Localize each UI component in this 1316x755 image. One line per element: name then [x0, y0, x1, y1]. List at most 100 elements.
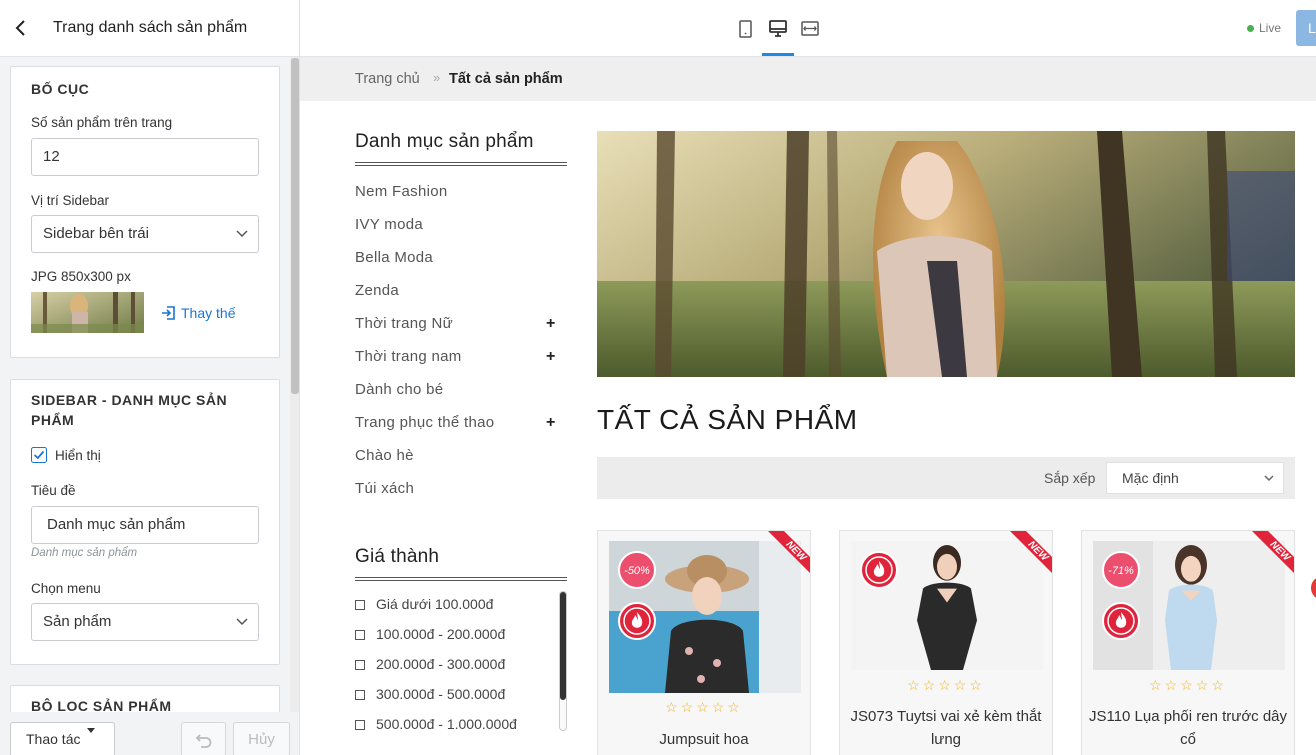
settings-footer: Thao tác Hủy	[0, 712, 299, 755]
product-name[interactable]: Jumpsuit hoa	[604, 728, 804, 751]
chevron-left-icon[interactable]	[12, 18, 30, 38]
expand-plus-icon[interactable]: +	[546, 315, 555, 333]
new-ribbon: NEW	[768, 531, 810, 573]
heading-hint: Danh mục sản phẩm	[31, 547, 138, 559]
categories-divider	[355, 162, 567, 166]
product-card[interactable]: NEW ☆☆☆☆☆ JS073 Tuytsi vai xẻ kèm thắt l…	[839, 530, 1053, 755]
per-page-input[interactable]: 12	[31, 138, 259, 176]
price-option-label: 300.000đ - 500.000đ	[376, 686, 506, 702]
new-ribbon: NEW	[1252, 531, 1294, 573]
discount-badge: -71%	[1102, 551, 1140, 589]
new-ribbon: NEW	[1010, 531, 1052, 573]
price-checkbox[interactable]	[355, 690, 365, 700]
price-checkbox[interactable]	[355, 630, 365, 640]
price-filter-option[interactable]: 100.000đ - 200.000đ	[355, 626, 505, 642]
live-status-label: Live	[1259, 21, 1282, 35]
discount-text: -50%	[624, 565, 650, 577]
product-card[interactable]: -50% NEW ☆☆☆☆☆ Jumpsuit hoa	[597, 530, 811, 755]
category-item[interactable]: Thời trang Nữ	[355, 315, 453, 332]
price-checkbox[interactable]	[355, 720, 365, 730]
category-item[interactable]: Zenda	[355, 282, 399, 299]
price-divider	[355, 577, 567, 581]
price-option-label: 500.000đ - 1.000.000đ	[376, 716, 517, 732]
discount-badge: -50%	[618, 551, 656, 589]
banner-image-label: JPG 850x300 px	[31, 269, 131, 284]
hot-flame-icon	[1102, 602, 1140, 640]
category-item[interactable]: Chào hè	[355, 447, 414, 464]
menu-label: Chọn menu	[31, 581, 101, 596]
desktop-icon[interactable]	[762, 14, 794, 56]
show-checkbox[interactable]	[31, 447, 47, 463]
price-option-label: 200.000đ - 300.000đ	[376, 656, 506, 672]
sidebar-position-select[interactable]: Sidebar bên trái	[31, 215, 259, 253]
active-device-indicator	[762, 53, 794, 56]
replace-icon[interactable]	[161, 305, 177, 321]
fullwidth-icon[interactable]	[794, 14, 826, 56]
product-name[interactable]: JS110 Lụa phối ren trước dây cổ	[1088, 705, 1288, 751]
breadcrumb: Trang chủ » Tất cả sản phẩm	[300, 57, 1316, 101]
collection-banner-image	[597, 131, 1295, 377]
rating-stars: ☆☆☆☆☆	[907, 677, 985, 693]
settings-header: Trang danh sách sản phẩm	[0, 0, 299, 57]
heading-label: Tiêu đề	[31, 483, 76, 498]
price-filter-option[interactable]: Giá dưới 100.000đ	[355, 596, 493, 612]
category-item[interactable]: Thời trang nam	[355, 348, 462, 365]
layout-section-title: BỐ CỤC	[31, 81, 90, 97]
undo-button[interactable]	[181, 722, 226, 755]
category-item[interactable]: Túi xách	[355, 480, 414, 497]
hot-flame-icon	[618, 602, 656, 640]
expand-plus-icon[interactable]: +	[546, 414, 555, 432]
price-heading: Giá thành	[355, 546, 440, 567]
sort-select[interactable]: Mặc định	[1106, 462, 1284, 494]
actions-dropdown-button[interactable]: Thao tác	[10, 722, 115, 755]
show-checkbox-label: Hiển thị	[55, 448, 101, 463]
sidebar-position-value: Sidebar bên trái	[43, 225, 149, 242]
price-option-label: 100.000đ - 200.000đ	[376, 626, 506, 642]
price-checkbox[interactable]	[355, 660, 365, 670]
sidebar-category-section: SIDEBAR - DANH MỤC SẢN PHẨM Hiển thị Tiê…	[10, 379, 280, 665]
price-filter-option[interactable]: 300.000đ - 500.000đ	[355, 686, 505, 702]
discount-text: -71%	[1108, 565, 1134, 577]
mobile-icon[interactable]	[730, 14, 762, 56]
category-item[interactable]: Dành cho bé	[355, 381, 443, 398]
settings-panel: Trang danh sách sản phẩm BỐ CỤC Số sản p…	[0, 0, 300, 755]
hot-flame-icon	[860, 551, 898, 589]
chevron-down-icon	[1264, 475, 1274, 482]
category-item[interactable]: Nem Fashion	[355, 183, 448, 200]
rating-stars: ☆☆☆☆☆	[665, 699, 743, 715]
category-item[interactable]: Bella Moda	[355, 249, 433, 266]
cancel-button[interactable]: Hủy	[233, 722, 290, 755]
layout-section: BỐ CỤC Số sản phẩm trên trang 12 Vị trí …	[10, 66, 280, 358]
breadcrumb-home-link[interactable]: Trang chủ	[355, 71, 420, 87]
menu-select[interactable]: Sản phẩm	[31, 603, 259, 641]
price-list-scrollbar-thumb[interactable]	[560, 592, 566, 700]
top-toolbar: Live L	[300, 0, 1316, 57]
category-item[interactable]: IVY moda	[355, 216, 423, 233]
app-root: Trang danh sách sản phẩm BỐ CỤC Số sản p…	[0, 0, 1316, 755]
chevron-down-icon	[236, 230, 248, 238]
partial-badge	[1311, 576, 1316, 600]
expand-plus-icon[interactable]: +	[546, 348, 555, 366]
sort-label: Sắp xếp	[1044, 470, 1096, 486]
price-checkbox[interactable]	[355, 600, 365, 610]
price-filter-option[interactable]: 200.000đ - 300.000đ	[355, 656, 505, 672]
banner-thumbnail[interactable]	[31, 292, 144, 333]
page-title: TẤT CẢ SẢN PHẨM	[597, 404, 858, 435]
product-name[interactable]: JS073 Tuytsi vai xẻ kèm thắt lưng	[846, 705, 1046, 751]
sort-bar: Sắp xếp Mặc định	[597, 457, 1295, 499]
category-item[interactable]: Trang phục thể thao	[355, 414, 494, 431]
settings-scrollbar-thumb[interactable]	[291, 58, 299, 394]
undo-icon	[195, 734, 212, 748]
product-card[interactable]: -71% NEW ☆☆☆☆☆ JS110 Lụa phối ren trước …	[1081, 530, 1295, 755]
heading-input[interactable]: Danh mục sản phẩm	[31, 506, 259, 544]
sidebar-position-label: Vị trí Sidebar	[31, 193, 110, 208]
categories-heading: Danh mục sản phẩm	[355, 131, 534, 152]
price-filter-option[interactable]: 500.000đ - 1.000.000đ	[355, 716, 517, 732]
storefront-preview: Trang chủ » Tất cả sản phẩm Danh mục sản…	[300, 57, 1316, 755]
breadcrumb-separator: »	[433, 70, 441, 85]
sidebar-category-title-line2: PHẨM	[31, 412, 75, 428]
rating-stars: ☆☆☆☆☆	[1149, 677, 1227, 693]
replace-image-link[interactable]: Thay thế	[181, 305, 235, 321]
menu-select-value: Sản phẩm	[43, 613, 112, 630]
publish-button[interactable]: L	[1296, 10, 1316, 46]
